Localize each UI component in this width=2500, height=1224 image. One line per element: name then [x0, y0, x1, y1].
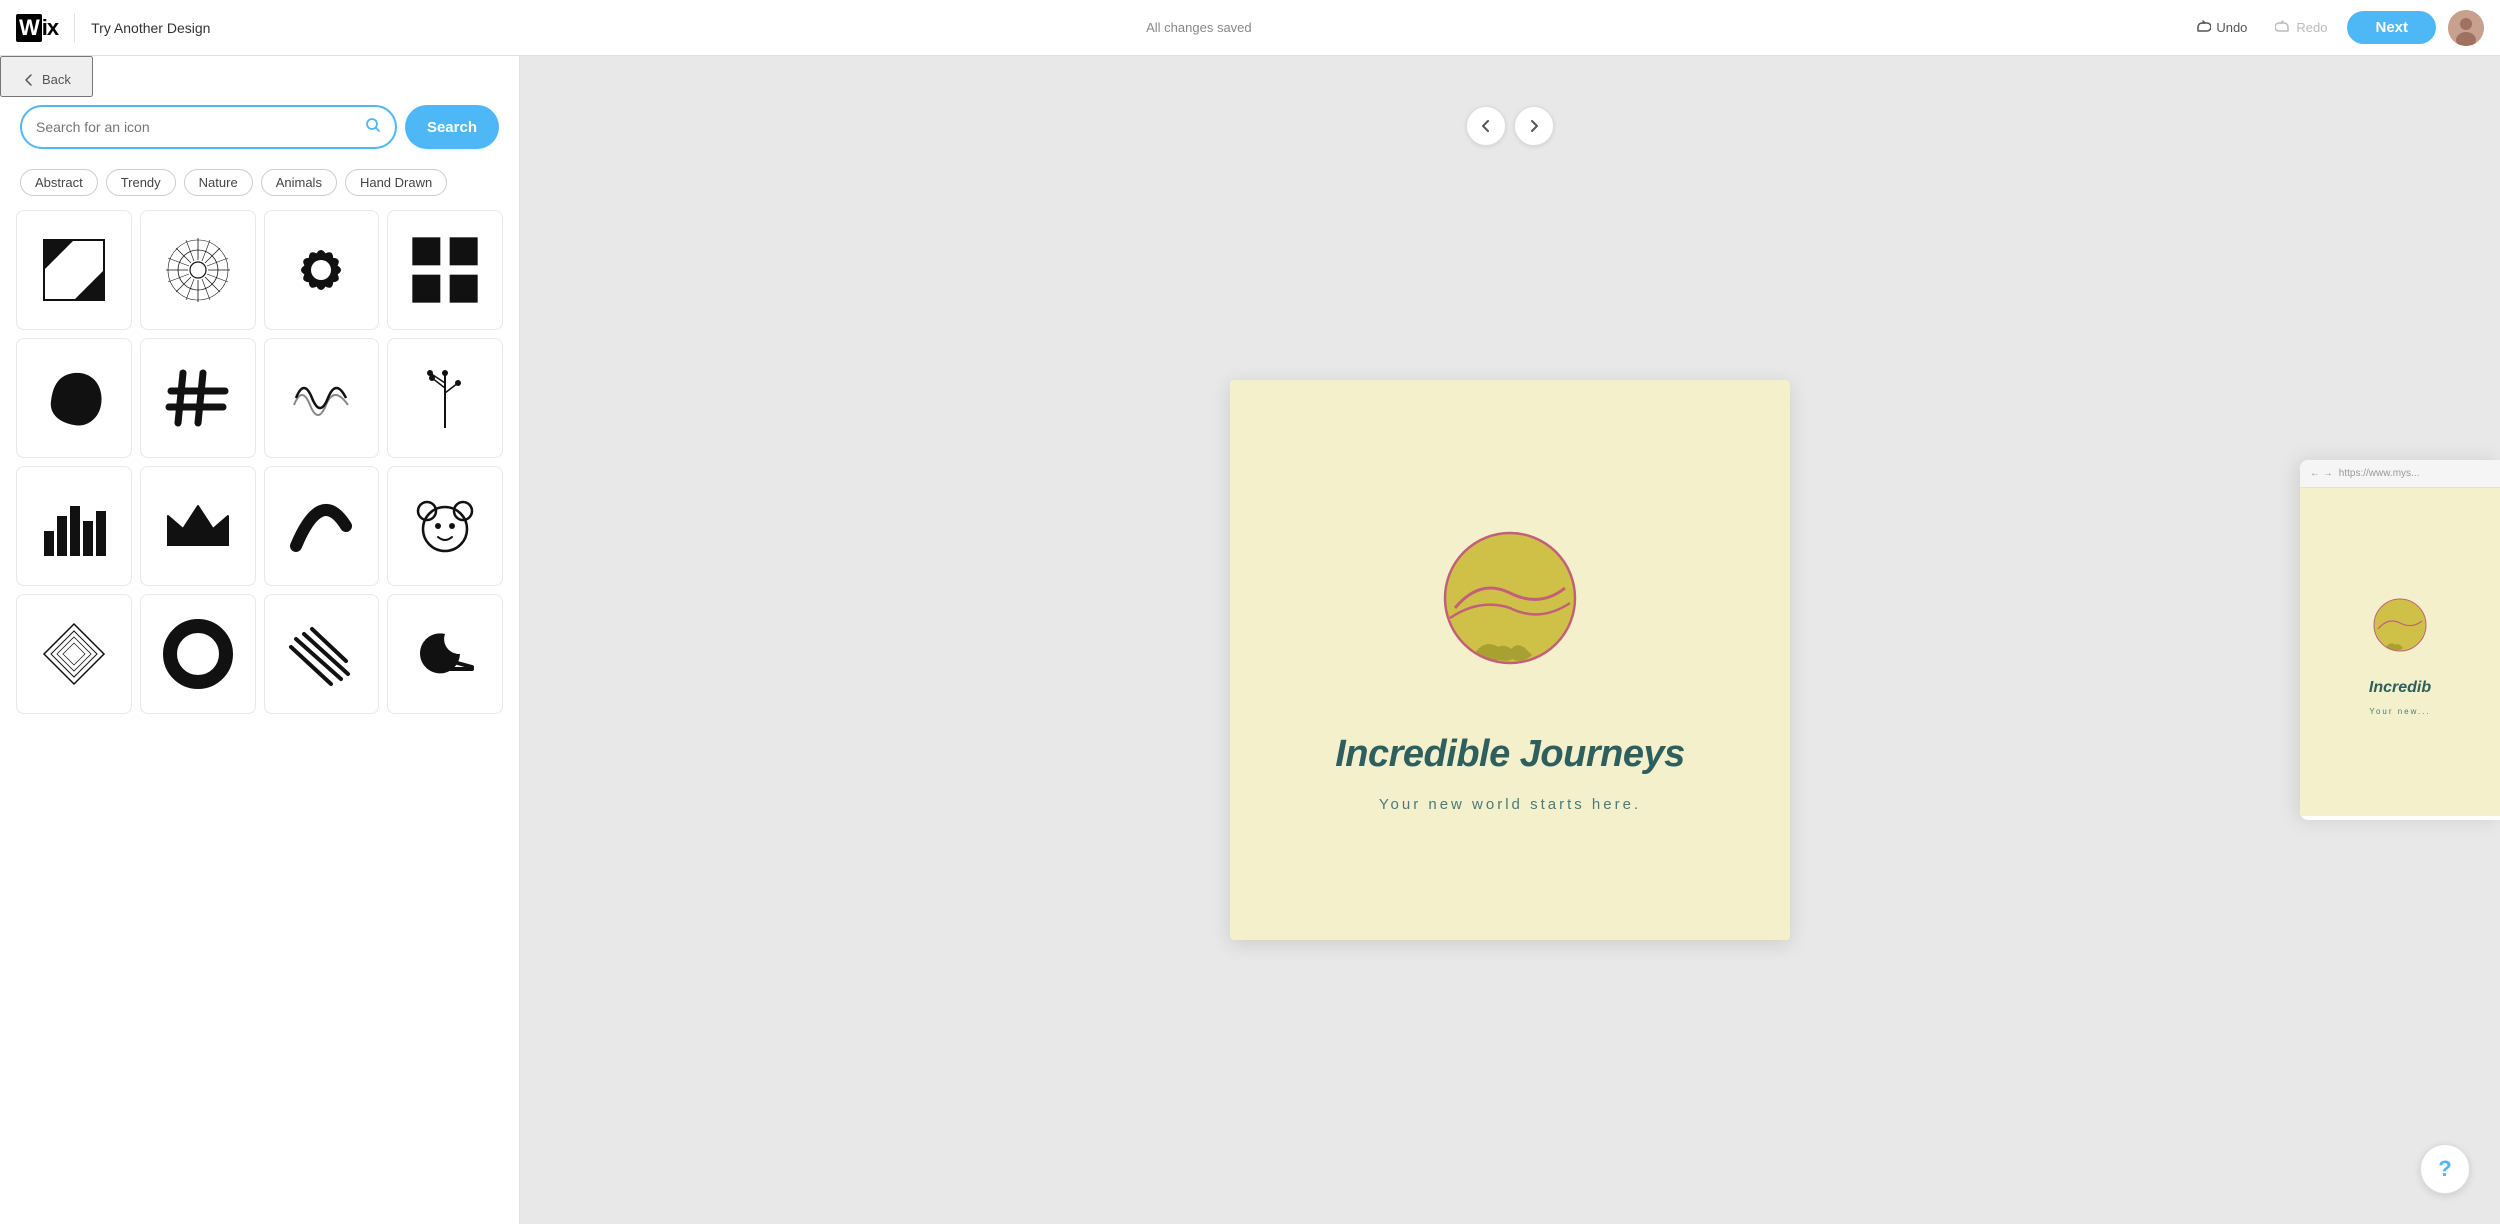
undo-icon	[2195, 20, 2211, 36]
redo-button[interactable]: Redo	[2267, 14, 2335, 42]
back-label: Back	[42, 72, 71, 87]
icon-cell-blob[interactable]	[16, 338, 132, 458]
chevron-left-icon	[1479, 119, 1493, 133]
search-icon	[365, 117, 381, 138]
tag-nature[interactable]: Nature	[184, 169, 253, 196]
icon-cell-sunburst[interactable]	[140, 210, 256, 330]
icon-cell-plant[interactable]	[387, 338, 503, 458]
tag-trendy[interactable]: Trendy	[106, 169, 176, 196]
user-avatar-image	[2448, 10, 2484, 46]
peek-title: Incredib	[2369, 679, 2431, 697]
back-arrow-icon	[22, 73, 36, 87]
browser-arrows: ← →	[2310, 468, 2333, 479]
icon-geo-circle	[39, 619, 109, 689]
search-area: Search	[0, 97, 519, 161]
help-icon: ?	[2438, 1156, 2451, 1182]
icon-cell-grid4[interactable]	[387, 210, 503, 330]
website-preview-peek: ← → https://www.mys... Incredib Your new…	[2300, 460, 2500, 820]
avatar[interactable]	[2448, 10, 2484, 46]
search-row: Search	[20, 105, 499, 149]
search-button[interactable]: Search	[405, 105, 499, 149]
browser-url: https://www.mys...	[2339, 468, 2420, 479]
icon-cell-stripes[interactable]	[264, 594, 380, 714]
wix-logo: Wix	[16, 14, 58, 42]
try-another-design-label[interactable]: Try Another Design	[91, 20, 210, 36]
icon-grid-wrapper	[0, 206, 519, 1224]
nav-center: All changes saved	[226, 20, 2171, 35]
peek-content: Incredib Your new...	[2300, 488, 2500, 816]
icon-cell-wave[interactable]	[264, 338, 380, 458]
icon-flower	[286, 235, 356, 305]
icon-wave	[286, 363, 356, 433]
canvas-area: Incredible Journeys Your new world start…	[520, 56, 2500, 1224]
icon-cell-ring[interactable]	[140, 594, 256, 714]
icon-cell-swoosh[interactable]	[264, 466, 380, 586]
icon-cell-flower[interactable]	[264, 210, 380, 330]
icon-plant	[410, 363, 480, 433]
icon-cell-crown[interactable]	[140, 466, 256, 586]
next-design-button[interactable]	[1514, 106, 1554, 146]
icon-cell-bars[interactable]	[16, 466, 132, 586]
tag-hand-drawn[interactable]: Hand Drawn	[345, 169, 447, 196]
icon-hashtag	[163, 363, 233, 433]
logo-preview-card: Incredible Journeys Your new world start…	[1230, 380, 1790, 940]
next-button[interactable]: Next	[2347, 11, 2436, 44]
tag-abstract[interactable]: Abstract	[20, 169, 98, 196]
main-area: Back Search Abstract Trendy Nat	[0, 56, 2500, 1224]
icon-cell-geo-circle[interactable]	[16, 594, 132, 714]
icon-stripes	[286, 619, 356, 689]
logo-title: Incredible Journeys	[1335, 733, 1685, 776]
back-button[interactable]: Back	[0, 56, 93, 97]
icon-square-diagonal	[39, 235, 109, 305]
peek-logo-emblem	[2360, 589, 2440, 669]
tag-animals[interactable]: Animals	[261, 169, 337, 196]
redo-label: Redo	[2296, 20, 2327, 35]
browser-bar: ← → https://www.mys...	[2300, 460, 2500, 488]
chevron-right-icon	[1527, 119, 1541, 133]
icon-cell-crescent[interactable]	[387, 594, 503, 714]
logo-icon	[1410, 508, 1610, 713]
tag-filters: Abstract Trendy Nature Animals Hand Draw…	[0, 161, 519, 206]
icon-cell-bear[interactable]	[387, 466, 503, 586]
logo-emblem	[1410, 508, 1610, 708]
prev-design-button[interactable]	[1466, 106, 1506, 146]
search-input[interactable]	[36, 119, 357, 135]
icon-blob	[39, 363, 109, 433]
icon-cell-square-diagonal[interactable]	[16, 210, 132, 330]
icon-cell-hashtag[interactable]	[140, 338, 256, 458]
all-changes-saved: All changes saved	[1146, 20, 1252, 35]
icon-grid4	[410, 235, 480, 305]
logo-subtitle: Your new world starts here.	[1379, 796, 1641, 813]
icon-crescent	[410, 619, 480, 689]
icon-bear	[410, 491, 480, 561]
icon-picker-panel: Back Search Abstract Trendy Nat	[0, 56, 520, 1224]
nav-divider	[74, 13, 75, 43]
help-button[interactable]: ?	[2420, 1144, 2470, 1194]
undo-button[interactable]: Undo	[2187, 14, 2255, 42]
icon-sunburst	[163, 235, 233, 305]
icon-grid	[16, 210, 503, 714]
icon-crown	[163, 491, 233, 561]
search-input-wrapper	[20, 105, 397, 149]
peek-subtitle: Your new...	[2369, 707, 2430, 716]
icon-swoosh	[286, 491, 356, 561]
canvas-navigation	[1466, 106, 1554, 146]
icon-bars	[39, 491, 109, 561]
top-navigation: Wix Try Another Design All changes saved…	[0, 0, 2500, 56]
undo-label: Undo	[2216, 20, 2247, 35]
nav-right-actions: Undo Redo Next	[2187, 10, 2484, 46]
redo-icon	[2275, 20, 2291, 36]
icon-ring	[163, 619, 233, 689]
